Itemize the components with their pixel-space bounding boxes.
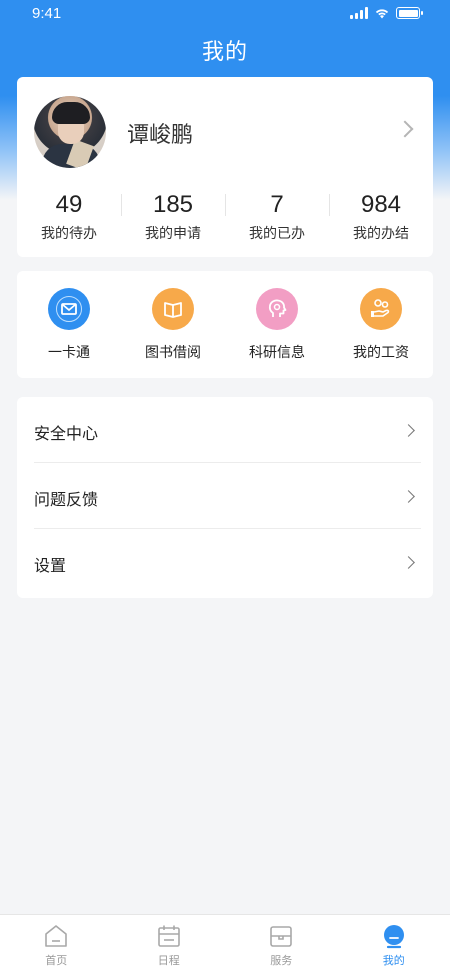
app-campus-card[interactable]: 一卡通 bbox=[17, 271, 121, 378]
app-label: 图书借阅 bbox=[145, 345, 201, 361]
chevron-right-icon bbox=[402, 490, 415, 503]
stat-label: 我的办结 bbox=[353, 226, 409, 242]
settings-menu-card: 安全中心 问题反馈 设置 bbox=[17, 397, 433, 598]
user-name[interactable]: 谭峻鹏 bbox=[127, 117, 193, 149]
profile-card: 谭峻鹏 49 我的待办 185 我的申请 7 我的已办 984 我的办结 bbox=[17, 77, 433, 257]
app-label: 科研信息 bbox=[249, 345, 305, 361]
battery-icon bbox=[396, 7, 423, 19]
avatar[interactable] bbox=[34, 96, 106, 168]
menu-item-settings[interactable]: 设置 bbox=[17, 529, 433, 595]
head-icon bbox=[256, 288, 298, 330]
status-bar: 9:41 bbox=[0, 0, 450, 28]
page-title: 我的 bbox=[201, 40, 248, 65]
app-library[interactable]: 图书借阅 bbox=[121, 271, 225, 378]
signal-icon bbox=[350, 7, 368, 19]
envelope-icon bbox=[48, 288, 90, 330]
app-research[interactable]: 科研信息 bbox=[225, 271, 329, 378]
tab-label: 首页 bbox=[45, 954, 68, 967]
stats-row: 49 我的待办 185 我的申请 7 我的已办 984 我的办结 bbox=[17, 191, 433, 247]
menu-item-feedback[interactable]: 问题反馈 bbox=[17, 463, 433, 529]
status-time: 9:41 bbox=[32, 5, 62, 22]
chevron-right-icon bbox=[402, 424, 415, 437]
tab-label: 我的 bbox=[382, 954, 405, 967]
tab-home[interactable]: 首页 bbox=[0, 915, 113, 974]
stat-todo[interactable]: 49 我的待办 bbox=[17, 191, 121, 247]
book-icon bbox=[152, 288, 194, 330]
app-label: 我的工资 bbox=[353, 345, 409, 361]
chevron-right-icon bbox=[402, 556, 415, 569]
app-salary[interactable]: 我的工资 bbox=[329, 271, 433, 378]
wage-icon bbox=[360, 288, 402, 330]
apps-card: 一卡通 图书借阅 科研信息 我的工资 bbox=[17, 271, 433, 378]
status-icons bbox=[350, 7, 423, 19]
stat-applications[interactable]: 185 我的申请 bbox=[121, 191, 225, 247]
stat-label: 我的申请 bbox=[145, 226, 201, 242]
tab-label: 服务 bbox=[270, 954, 293, 967]
tab-schedule[interactable]: 日程 bbox=[113, 915, 226, 974]
service-icon bbox=[268, 923, 294, 949]
tab-profile[interactable]: 我的 bbox=[338, 915, 450, 974]
tab-label: 日程 bbox=[157, 954, 180, 967]
stat-label: 我的待办 bbox=[41, 226, 97, 242]
stat-value: 7 bbox=[270, 191, 284, 218]
chevron-right-icon[interactable] bbox=[396, 120, 414, 138]
menu-item-security-center[interactable]: 安全中心 bbox=[17, 397, 433, 463]
menu-item-label: 设置 bbox=[34, 556, 67, 575]
wifi-icon bbox=[375, 9, 389, 19]
calendar-icon bbox=[156, 923, 182, 949]
stat-completed[interactable]: 984 我的办结 bbox=[329, 191, 433, 247]
stat-value: 185 bbox=[152, 191, 194, 218]
menu-item-label: 问题反馈 bbox=[34, 490, 99, 509]
stat-value: 49 bbox=[55, 191, 83, 218]
stat-value: 984 bbox=[360, 191, 402, 218]
bottom-tab-bar: 首页 日程 服务 我的 bbox=[0, 914, 450, 974]
menu-item-label: 安全中心 bbox=[34, 424, 99, 443]
stat-done[interactable]: 7 我的已办 bbox=[225, 191, 329, 247]
tab-services[interactable]: 服务 bbox=[225, 915, 338, 974]
profile-icon bbox=[381, 923, 407, 949]
home-icon bbox=[43, 923, 69, 949]
app-label: 一卡通 bbox=[48, 345, 90, 361]
stat-label: 我的已办 bbox=[249, 226, 305, 242]
